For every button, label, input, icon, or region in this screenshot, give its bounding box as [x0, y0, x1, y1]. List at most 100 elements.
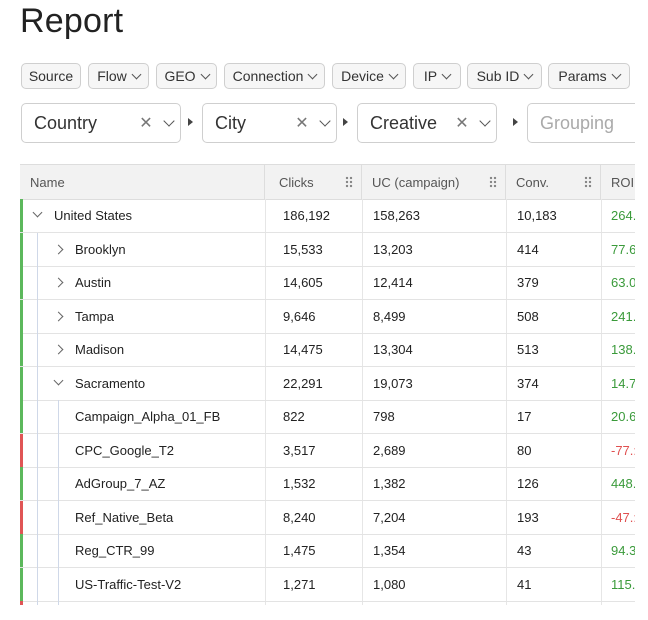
grouping-select-creative[interactable]: Creative ✕ — [357, 103, 497, 143]
table-row[interactable]: United States 186,192 158,263 10,183 264. — [20, 199, 635, 233]
cell-uc: 19,073 — [373, 375, 413, 391]
cell-conv: 414 — [517, 241, 539, 257]
filter-label: Flow — [97, 68, 127, 84]
cell-name — [20, 601, 264, 605]
drag-handle-icon[interactable] — [584, 176, 592, 188]
cell-clicks: 14,605 — [283, 275, 323, 290]
column-header-label: UC (campaign) — [372, 174, 460, 190]
cell-name: Ref_Native_Beta — [20, 501, 264, 534]
filter-label: Params — [558, 68, 607, 84]
cell-clicks: 22,291 — [283, 375, 323, 391]
cell-roi: 20.6 — [611, 409, 635, 424]
page-title: Report — [20, 2, 124, 40]
row-name-label: AdGroup_7_AZ — [75, 476, 166, 491]
report-table: Name Clicks UC (campaign) Conv. ROI Unit… — [20, 164, 635, 605]
cell-conv: 17 — [517, 409, 532, 424]
row-name-label: Brooklyn — [75, 241, 126, 257]
chevron-down-icon[interactable] — [158, 115, 180, 127]
cell-conv: 126 — [517, 476, 539, 491]
table-header: Name Clicks UC (campaign) Conv. ROI — [20, 165, 635, 200]
grouping-placeholder: Grouping — [540, 112, 615, 133]
chevron-right-icon[interactable] — [53, 277, 64, 288]
cell-name: Tampa — [20, 300, 264, 333]
chevron-down-icon — [307, 69, 318, 79]
chevron-down-icon[interactable] — [314, 115, 336, 127]
close-icon[interactable]: ✕ — [290, 113, 314, 133]
column-header-roi[interactable]: ROI — [601, 165, 635, 199]
close-icon[interactable]: ✕ — [450, 113, 474, 133]
chevron-down-icon — [523, 69, 534, 79]
chevron-down-icon[interactable] — [32, 207, 43, 218]
table-row[interactable]: Campaign_Alpha_01_FB 822 798 17 20.6 — [20, 400, 635, 434]
filter-connection-button[interactable]: Connection — [224, 63, 325, 89]
table-row[interactable]: Madison 14,475 13,304 513 138. — [20, 333, 635, 367]
table-row[interactable]: Ref_Native_Beta 8,240 7,204 193 -47.: — [20, 500, 635, 535]
grouping-value: City — [215, 112, 246, 133]
table-row[interactable]: Tampa 9,646 8,499 508 241. — [20, 299, 635, 334]
grouping-select-country[interactable]: Country ✕ — [21, 103, 181, 143]
cell-roi: 241. — [611, 308, 635, 324]
column-header-clicks[interactable]: Clicks — [265, 165, 362, 199]
table-row[interactable]: Sacramento 22,291 19,073 374 14.7 — [20, 366, 635, 401]
grouping-select-city[interactable]: City ✕ — [202, 103, 337, 143]
table-row[interactable]: CPC_Google_T2 3,517 2,689 80 -77.: — [20, 433, 635, 468]
column-header-label: ROI — [611, 174, 635, 190]
row-name-label: Sacramento — [75, 375, 146, 391]
cell-conv: 513 — [517, 342, 539, 357]
chevron-down-icon[interactable] — [53, 375, 64, 385]
cell-name: CPC_Google_T2 — [20, 434, 264, 467]
table-row[interactable]: US-Traffic-Test-V2 1,271 1,080 41 115. — [20, 567, 635, 602]
table-row[interactable]: Brooklyn 15,533 13,203 414 77.6 — [20, 232, 635, 267]
filter-source-button[interactable]: Source — [21, 63, 81, 89]
column-header-label: Conv. — [516, 174, 549, 190]
filter-device-button[interactable]: Device — [332, 63, 406, 89]
filter-flow-button[interactable]: Flow — [88, 63, 149, 89]
column-header-uc[interactable]: UC (campaign) — [362, 165, 506, 199]
filter-subid-button[interactable]: Sub ID — [467, 63, 542, 89]
table-row[interactable] — [20, 601, 635, 605]
filter-geo-button[interactable]: GEO — [156, 63, 217, 89]
cell-clicks: 3,517 — [283, 442, 316, 458]
close-icon[interactable]: ✕ — [134, 113, 158, 133]
row-name-label: Ref_Native_Beta — [75, 509, 174, 525]
chevron-right-icon[interactable] — [53, 311, 64, 321]
filter-label: Device — [341, 68, 384, 84]
table-row[interactable]: Reg_CTR_99 1,475 1,354 43 94.3 — [20, 534, 635, 568]
cell-uc: 8,499 — [373, 308, 406, 324]
cell-name: Reg_CTR_99 — [20, 534, 264, 567]
chevron-down-icon — [611, 69, 622, 79]
column-header-label: Name — [30, 174, 65, 190]
table-row[interactable]: Austin 14,605 12,414 379 63.0 — [20, 266, 635, 300]
grouping-value: Country — [34, 112, 98, 133]
chevron-right-icon[interactable] — [53, 244, 64, 254]
column-header-conv[interactable]: Conv. — [506, 165, 601, 199]
cell-conv: 193 — [517, 509, 539, 525]
filter-params-button[interactable]: Params — [548, 63, 630, 89]
filter-label: Connection — [232, 68, 304, 84]
column-header-label: Clicks — [279, 174, 314, 190]
cell-conv: 10,183 — [517, 208, 557, 223]
row-name-label: Tampa — [75, 308, 115, 324]
grouping-select-empty[interactable]: Grouping — [527, 103, 635, 143]
cell-uc: 1,080 — [373, 576, 406, 592]
cell-uc: 2,689 — [373, 442, 406, 458]
cell-clicks: 9,646 — [283, 308, 316, 324]
drag-handle-icon[interactable] — [489, 176, 497, 188]
filter-label: GEO — [164, 68, 196, 84]
cell-clicks: 1,271 — [283, 576, 316, 592]
cell-uc: 12,414 — [373, 275, 413, 290]
chevron-down-icon — [388, 69, 399, 79]
row-name-label: CPC_Google_T2 — [75, 442, 174, 458]
cell-roi: 138. — [611, 342, 635, 357]
cell-name: Sacramento — [20, 367, 264, 400]
cell-uc: 1,382 — [373, 476, 406, 491]
drag-handle-icon[interactable] — [345, 176, 353, 188]
chevron-right-icon[interactable] — [53, 344, 64, 355]
caret-right-icon — [513, 118, 518, 126]
column-header-name[interactable]: Name — [20, 165, 265, 199]
table-row[interactable]: AdGroup_7_AZ 1,532 1,382 126 448. — [20, 467, 635, 501]
filter-ip-button[interactable]: IP — [413, 63, 461, 89]
cell-name: Campaign_Alpha_01_FB — [20, 400, 264, 433]
cell-name: Brooklyn — [20, 233, 264, 266]
chevron-down-icon[interactable] — [474, 115, 496, 127]
